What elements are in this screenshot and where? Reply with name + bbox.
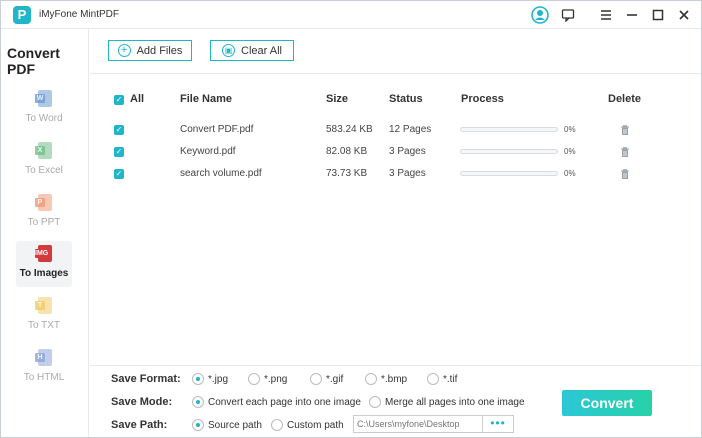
file-name: search volume.pdf <box>180 168 262 179</box>
app-window: P iMyFone MintPDF Convert PDF W To Word X T… <box>0 0 702 438</box>
file-type-tag: T <box>35 301 45 310</box>
progress-bar <box>460 127 558 132</box>
delete-icon[interactable] <box>619 124 631 136</box>
path-option-label: Source path <box>208 420 262 431</box>
file-size: 73.73 KB <box>326 168 368 179</box>
mode-radio-merge-all-pages-into-one-image[interactable] <box>369 396 381 408</box>
clear-all-label: Clear All <box>241 44 282 57</box>
file-status: 3 Pages <box>389 146 426 157</box>
app-logo-icon: P <box>13 6 31 24</box>
delete-icon[interactable] <box>619 168 631 180</box>
progress-percent: 0% <box>564 169 576 178</box>
sidebar-title: Convert PDF <box>7 45 60 77</box>
path-option-label: Custom path <box>287 420 344 431</box>
menu-icon[interactable] <box>596 5 616 25</box>
close-icon[interactable] <box>674 5 694 25</box>
progress-bar <box>460 149 558 154</box>
txt-file-icon: T <box>35 297 53 315</box>
title-bar: P iMyFone MintPDF <box>1 1 701 29</box>
header-status: Status <box>389 93 423 105</box>
sidebar-item-to-excel[interactable]: X To Excel <box>16 138 72 184</box>
add-files-label: Add Files <box>136 44 183 57</box>
word-file-icon: W <box>35 90 53 108</box>
format-radio-jpg[interactable] <box>192 373 204 385</box>
app-title: iMyFone MintPDF <box>39 9 120 20</box>
file-status: 12 Pages <box>389 124 432 135</box>
images-file-icon: IMG <box>35 245 53 263</box>
file-type-tag: W <box>35 94 45 103</box>
browse-button[interactable]: ••• <box>483 415 514 433</box>
header-file-name: File Name <box>180 93 232 105</box>
progress-percent: 0% <box>564 125 576 134</box>
sidebar-item-to-txt[interactable]: T To TXT <box>16 293 72 339</box>
file-type-tag: X <box>35 146 45 155</box>
sidebar-item-label: To Excel <box>25 165 63 176</box>
format-radio-png[interactable] <box>248 373 260 385</box>
sidebar-item-to-word[interactable]: W To Word <box>16 86 72 132</box>
format-option-label: *.tif <box>443 374 458 385</box>
format-option-label: *.png <box>264 374 288 385</box>
mode-option-label: Merge all pages into one image <box>385 397 525 408</box>
progress-percent: 0% <box>564 147 576 156</box>
path-radio-custom-path[interactable] <box>271 419 283 431</box>
convert-button[interactable]: Convert <box>562 390 652 416</box>
format-option-label: *.gif <box>326 374 344 385</box>
file-size: 583.24 KB <box>326 124 373 135</box>
mode-option-label: Convert each page into one image <box>208 397 361 408</box>
file-name: Convert PDF.pdf <box>180 124 254 135</box>
header-delete: Delete <box>608 93 642 105</box>
sidebar-item-to-html[interactable]: H To HTML <box>16 345 72 391</box>
file-name: Keyword.pdf <box>180 146 236 157</box>
file-status: 3 Pages <box>389 168 426 179</box>
format-radio-gif[interactable] <box>310 373 322 385</box>
format-option-label: *.bmp <box>381 374 408 385</box>
header-all: All <box>130 93 145 105</box>
sidebar-item-label: To HTML <box>23 372 65 383</box>
file-type-tag: H <box>35 353 45 362</box>
feedback-icon[interactable] <box>558 5 578 25</box>
save-mode-label: Save Mode: <box>111 396 173 408</box>
toolbar: + Add Files ▣ Clear All <box>90 29 701 74</box>
format-radio-tif[interactable] <box>427 373 439 385</box>
row-checkbox[interactable]: ✓ <box>114 147 124 157</box>
sidebar-item-to-images[interactable]: IMG To Images <box>16 241 72 287</box>
user-icon[interactable] <box>530 5 550 25</box>
header-process: Process <box>461 93 504 105</box>
sidebar-item-label: To PPT <box>27 217 61 228</box>
progress-bar <box>460 171 558 176</box>
add-files-button[interactable]: + Add Files <box>108 40 192 61</box>
mode-radio-convert-each-page-into-one-image[interactable] <box>192 396 204 408</box>
save-format-label: Save Format: <box>111 373 181 385</box>
header-size: Size <box>326 93 349 105</box>
file-type-tag: IMG <box>35 249 49 258</box>
file-size: 82.08 KB <box>326 146 368 157</box>
sidebar-item-label: To Images <box>19 268 69 279</box>
maximize-icon[interactable] <box>648 5 668 25</box>
excel-file-icon: X <box>35 142 53 160</box>
ppt-file-icon: P <box>35 194 53 212</box>
html-file-icon: H <box>35 349 53 367</box>
select-all-checkbox[interactable]: ✓ <box>114 95 124 105</box>
plus-icon: + <box>117 44 131 57</box>
row-checkbox[interactable]: ✓ <box>114 125 124 135</box>
row-checkbox[interactable]: ✓ <box>114 169 124 179</box>
sidebar-item-to-ppt[interactable]: P To PPT <box>16 190 72 236</box>
path-input[interactable]: C:\Users\myfone\Desktop <box>353 415 483 433</box>
save-path-label: Save Path: <box>111 419 168 431</box>
minimize-icon[interactable] <box>622 5 642 25</box>
format-option-label: *.jpg <box>208 374 229 385</box>
delete-icon[interactable] <box>619 146 631 158</box>
trash-icon: ▣ <box>222 44 236 57</box>
file-type-tag: P <box>35 198 45 207</box>
format-radio-bmp[interactable] <box>365 373 377 385</box>
clear-all-button[interactable]: ▣ Clear All <box>210 40 294 61</box>
sidebar-item-label: To Word <box>25 113 63 124</box>
sidebar-item-label: To TXT <box>27 320 61 331</box>
path-radio-source-path[interactable] <box>192 419 204 431</box>
